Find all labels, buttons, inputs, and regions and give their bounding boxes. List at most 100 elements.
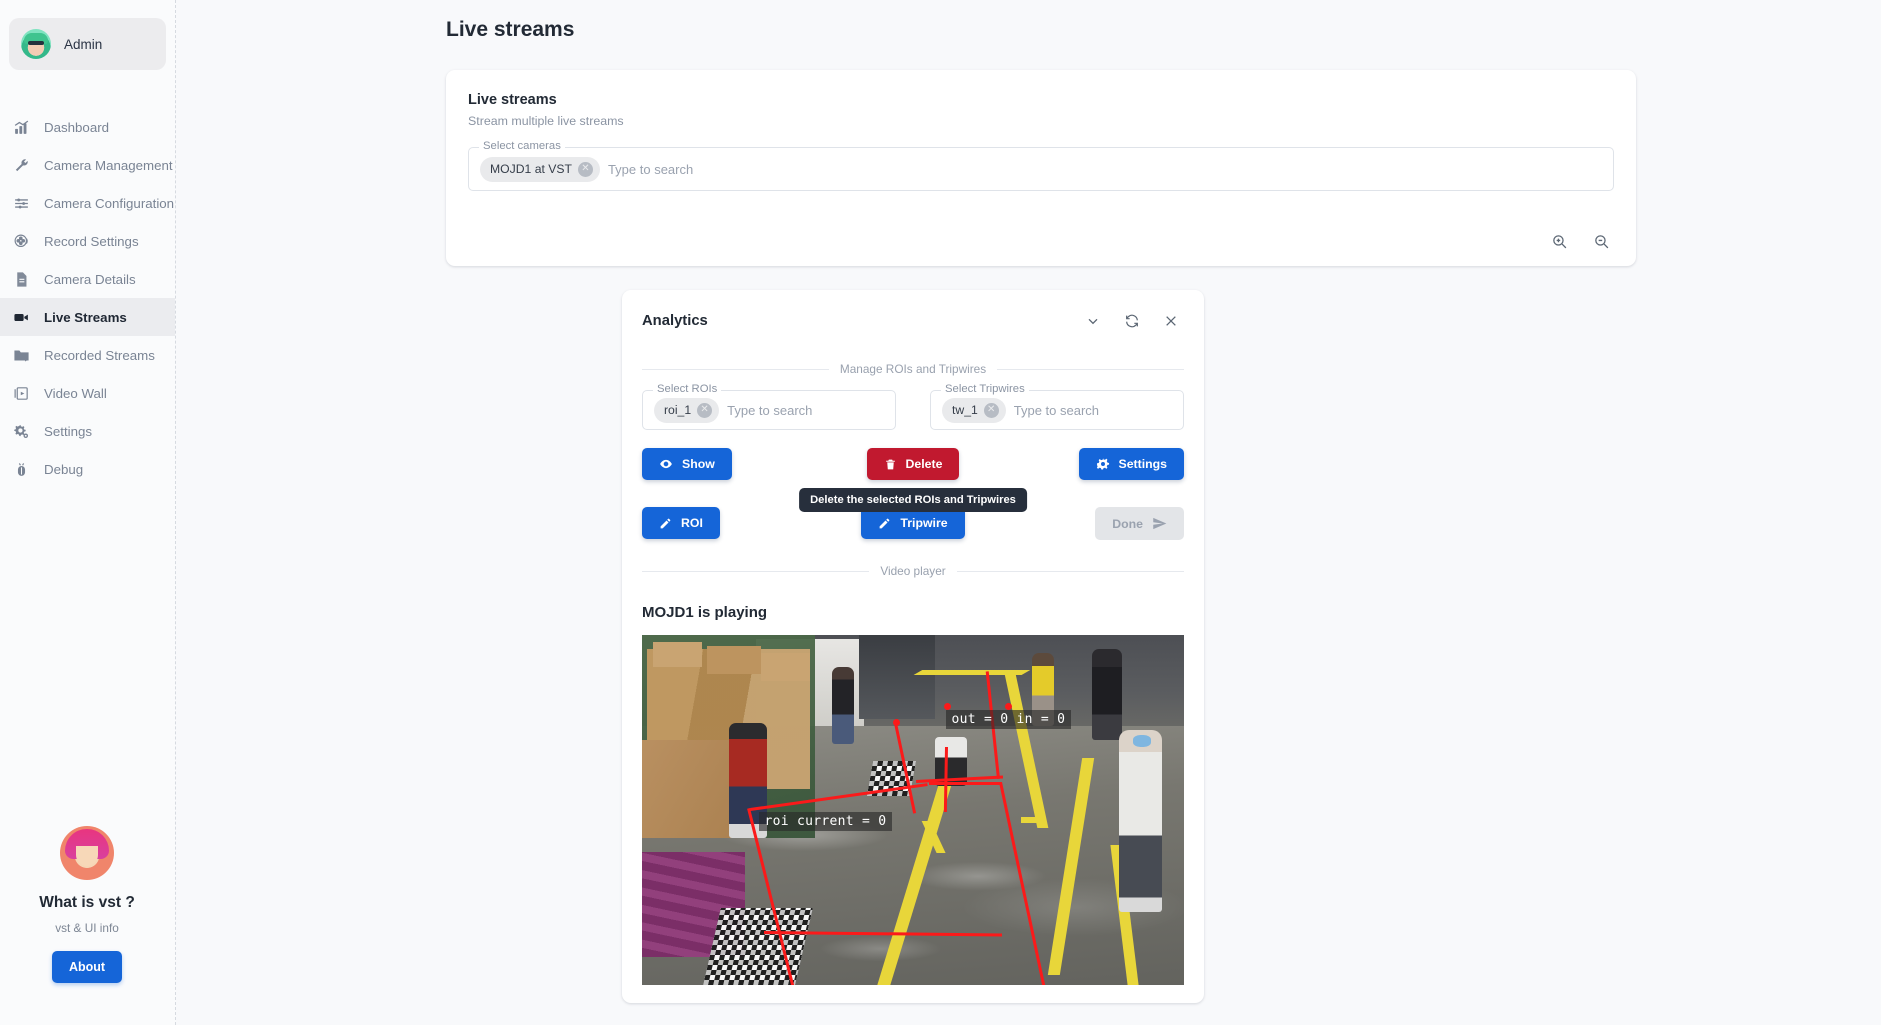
sidebar-item-label: Dashboard <box>44 119 110 135</box>
sidebar-item-recorded-streams[interactable]: Recorded Streams <box>0 336 175 374</box>
main-content: Live streams Live streams Stream multipl… <box>176 0 1881 1025</box>
video-player[interactable]: out = 0 in = 0 roi current = 0 <box>642 635 1184 985</box>
delete-button-label: Delete <box>905 457 943 471</box>
vst-promo-title: What is vst ? <box>39 894 135 911</box>
video-player-divider-label: Video player <box>880 564 946 578</box>
send-icon <box>1152 516 1167 531</box>
sidebar-nav: Dashboard Camera Management Camera Confi… <box>0 108 175 488</box>
camera-search-input[interactable]: Type to search <box>608 162 693 177</box>
sidebar-item-label: Camera Management <box>44 157 173 173</box>
sidebar-item-dashboard[interactable]: Dashboard <box>0 108 175 146</box>
chevron-down-icon[interactable] <box>1080 308 1106 334</box>
zoom-in-icon[interactable] <box>1546 228 1572 254</box>
video-frame: out = 0 in = 0 roi current = 0 <box>642 635 1184 985</box>
eye-icon <box>659 457 673 471</box>
roi-select-field[interactable]: Select ROIs roi_1 ✕ Type to search <box>642 383 896 430</box>
sidebar: Admin Dashboard Camera Management Camera… <box>0 0 176 1025</box>
roi-tripwire-selects: Select ROIs roi_1 ✕ Type to search Selec… <box>642 383 1184 430</box>
live-streams-card: Live streams Stream multiple live stream… <box>446 70 1636 266</box>
sidebar-item-label: Camera Configuration <box>44 195 175 211</box>
close-icon[interactable] <box>1158 308 1184 334</box>
roi-chip-label: roi_1 <box>664 403 692 417</box>
vst-promo: What is vst ? vst & UI info About <box>0 826 174 983</box>
analytics-card: Analytics Manage ROIs and Tripwires Sele… <box>622 290 1204 1003</box>
sidebar-item-label: Camera Details <box>44 271 136 287</box>
vst-mascot-avatar <box>60 826 114 880</box>
camera-select-legend: Select cameras <box>479 140 565 152</box>
sidebar-item-camera-details[interactable]: Camera Details <box>0 260 175 298</box>
camera-chip[interactable]: MOJD1 at VST ✕ <box>480 156 600 182</box>
delete-button[interactable]: Delete <box>866 448 960 480</box>
sidebar-item-camera-management[interactable]: Camera Management <box>0 146 175 184</box>
camera-chip-label: MOJD1 at VST <box>490 162 572 176</box>
sidebar-item-debug[interactable]: Debug <box>0 450 175 488</box>
tripwire-counter-overlay: out = 0 in = 0 <box>945 710 1072 730</box>
close-icon[interactable]: ✕ <box>983 402 999 418</box>
refresh-icon[interactable] <box>1119 308 1145 334</box>
sidebar-item-record-settings[interactable]: Record Settings <box>0 222 175 260</box>
zoom-out-icon[interactable] <box>1588 228 1614 254</box>
sidebar-item-label: Settings <box>44 423 93 439</box>
show-button-label: Show <box>682 457 715 471</box>
tripwire-chip[interactable]: tw_1 ✕ <box>942 397 1006 423</box>
close-icon[interactable]: ✕ <box>697 402 713 418</box>
document-icon <box>12 270 30 288</box>
roi-counter-overlay: roi current = 0 <box>758 811 893 831</box>
sidebar-item-camera-configuration[interactable]: Camera Configuration <box>0 184 175 222</box>
analytics-card-title: Analytics <box>642 313 708 329</box>
film-reel-icon <box>12 232 30 250</box>
sidebar-item-settings[interactable]: Settings <box>0 412 175 450</box>
done-button-label: Done <box>1112 516 1144 531</box>
live-streams-card-subtitle: Stream multiple live streams <box>468 114 624 128</box>
settings-button-label: Settings <box>1118 457 1168 471</box>
pencil-icon <box>659 517 672 530</box>
gear-icon <box>12 422 30 440</box>
roi-chip[interactable]: roi_1 ✕ <box>654 397 720 423</box>
video-camera-icon <box>12 308 30 326</box>
action-buttons-row-1: Show Delete Settings Delete the selected… <box>642 448 1185 512</box>
settings-button[interactable]: Settings <box>1078 448 1185 480</box>
video-wall-icon <box>12 384 30 402</box>
video-player-divider: Video player <box>642 564 1184 578</box>
close-icon[interactable]: ✕ <box>577 161 593 177</box>
chart-bars-icon <box>12 118 30 136</box>
roi-select-legend: Select ROIs <box>653 383 722 395</box>
sidebar-item-label: Debug <box>44 461 84 477</box>
tripwire-select-legend: Select Tripwires <box>941 383 1029 395</box>
sidebar-item-video-wall[interactable]: Video Wall <box>0 374 175 412</box>
tripwire-select-field[interactable]: Select Tripwires tw_1 ✕ Type to search <box>930 383 1184 430</box>
roi-search-input[interactable]: Type to search <box>727 403 812 418</box>
roi-draw-button-label: ROI <box>681 516 703 530</box>
zoom-controls <box>1546 228 1614 254</box>
sliders-icon <box>12 194 30 212</box>
wrench-icon <box>12 156 30 174</box>
sidebar-item-label: Recorded Streams <box>44 347 155 363</box>
tripwire-search-input[interactable]: Type to search <box>1014 403 1099 418</box>
folder-play-icon <box>12 346 30 364</box>
camera-select-field[interactable]: Select cameras MOJD1 at VST ✕ Type to se… <box>468 140 1614 191</box>
delete-tooltip: Delete the selected ROIs and Tripwires <box>799 488 1027 512</box>
admin-avatar <box>21 29 51 59</box>
about-button[interactable]: About <box>51 951 123 983</box>
sidebar-item-label: Video Wall <box>44 385 107 401</box>
vst-promo-subtitle: vst & UI info <box>55 921 119 935</box>
bug-icon <box>12 460 30 478</box>
sidebar-item-live-streams[interactable]: Live Streams <box>0 298 175 336</box>
gear-icon <box>1096 457 1110 471</box>
trash-icon <box>884 458 897 471</box>
manage-rois-divider: Manage ROIs and Tripwires <box>642 362 1184 376</box>
roi-draw-button[interactable]: ROI <box>642 507 720 539</box>
sidebar-item-label: Live Streams <box>44 309 127 325</box>
tripwire-draw-button-label: Tripwire <box>900 516 948 530</box>
show-button[interactable]: Show <box>642 448 732 480</box>
video-player-title: MOJD1 is playing <box>642 604 768 621</box>
pencil-icon <box>878 517 891 530</box>
live-streams-card-title: Live streams <box>468 92 557 108</box>
tripwire-chip-label: tw_1 <box>952 403 978 417</box>
done-button[interactable]: Done <box>1095 507 1185 540</box>
manage-rois-divider-label: Manage ROIs and Tripwires <box>839 362 987 376</box>
user-name: Admin <box>64 36 103 52</box>
sidebar-item-label: Record Settings <box>44 233 139 249</box>
page-title: Live streams <box>446 18 575 41</box>
user-profile-chip[interactable]: Admin <box>9 18 166 70</box>
